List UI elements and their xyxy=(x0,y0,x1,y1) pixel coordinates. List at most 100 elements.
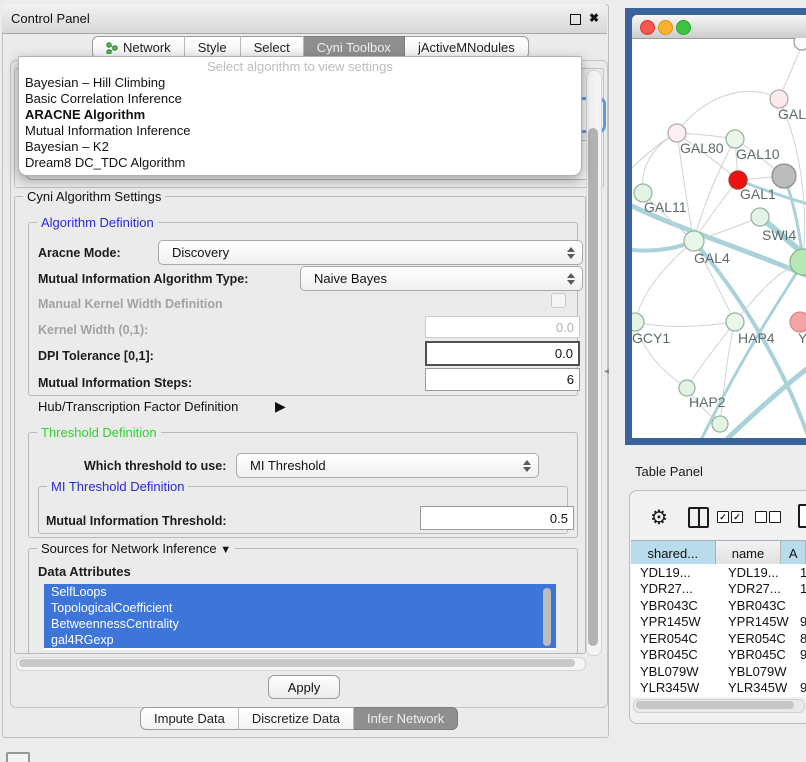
gear-icon[interactable]: ⚙ xyxy=(650,505,668,530)
unchecked-checkbox-icon[interactable] xyxy=(769,511,781,523)
table-row[interactable]: YBL079WYBL079W xyxy=(631,663,806,680)
tab-label: Select xyxy=(254,40,290,55)
table-row[interactable]: YPR145WYPR145W9. xyxy=(631,614,806,631)
table-cell: YBR045C xyxy=(631,647,724,662)
which-threshold-select[interactable]: MI Threshold xyxy=(236,453,539,478)
network-edge xyxy=(635,241,694,322)
algorithm-option[interactable]: Basic Correlation Inference xyxy=(19,91,581,107)
network-node-label: GAL11 xyxy=(644,199,687,215)
table-row[interactable]: YDL19...YDL19...13 xyxy=(631,564,806,581)
stepper-icon xyxy=(567,273,575,285)
table-cell: 8. xyxy=(792,631,806,646)
table-row[interactable]: YIL053CYIL053C0. xyxy=(631,696,806,697)
table-cell: YPR145W xyxy=(724,614,792,629)
table-cell: 12 xyxy=(792,581,806,596)
data-attributes-list[interactable]: SelfLoopsTopologicalCoefficientBetweenne… xyxy=(44,584,556,650)
column-header[interactable]: A xyxy=(781,540,806,566)
network-node-label: GAL1 xyxy=(740,186,776,202)
h-scrollbar-thumb[interactable] xyxy=(19,659,575,667)
document-icon[interactable] xyxy=(798,504,806,528)
table-cell: 9. xyxy=(792,680,806,695)
algorithm-option[interactable]: Mutual Information Inference xyxy=(19,123,581,139)
table-cell: YBL079W xyxy=(724,664,792,679)
network-node[interactable] xyxy=(632,313,644,331)
algorithm-option[interactable]: Bayesian – Hill Climbing xyxy=(19,75,581,91)
kernel-width-input[interactable]: 0.0 xyxy=(425,316,580,338)
table-cell: YER054C xyxy=(724,631,792,646)
table-cell: YLR345W xyxy=(631,680,724,695)
algorithm-option[interactable]: Bayesian – K2 xyxy=(19,139,581,155)
list-scrollbar-thumb[interactable] xyxy=(543,588,551,646)
hub-section-label[interactable]: Hub/Transcription Factor Definition xyxy=(38,399,238,414)
algorithm-dropdown-list: Select algorithm to view settingsBayesia… xyxy=(18,56,582,176)
collapse-down-icon[interactable]: ▼ xyxy=(220,544,231,556)
aracne-mode-select[interactable]: Discovery xyxy=(158,240,583,265)
app-screen: Control Panel ✖ NetworkStyleSelectCyni T… xyxy=(0,0,806,762)
dropdown-placeholder: Select algorithm to view settings xyxy=(19,59,581,75)
kernel-width-value: 0.0 xyxy=(556,320,574,335)
network-node[interactable] xyxy=(684,231,704,251)
attribute-list-item[interactable]: gal4RGexp xyxy=(44,632,556,648)
table-row[interactable]: YER054CYER054C8. xyxy=(631,630,806,647)
close-icon[interactable]: ✖ xyxy=(589,11,599,25)
algorithm-option[interactable]: ARACNE Algorithm xyxy=(19,107,581,123)
kernel-width-label: Kernel Width (0,1): xyxy=(38,323,148,337)
attribute-list-item[interactable]: SelfLoops xyxy=(44,584,556,600)
network-node[interactable] xyxy=(790,312,806,332)
apply-button[interactable]: Apply xyxy=(268,675,340,699)
network-node-label: GAL10 xyxy=(736,146,780,162)
attribute-list-item[interactable]: TopologicalCoefficient xyxy=(44,600,556,616)
aracne-mode-value: Discovery xyxy=(172,245,229,260)
mi-steps-input[interactable]: 6 xyxy=(425,368,580,391)
threshold-definition-title: Threshold Definition xyxy=(37,425,161,440)
table-row[interactable]: YDR27...YDR27...12 xyxy=(631,581,806,598)
attribute-list-item[interactable]: BetweennessCentrality xyxy=(44,616,556,632)
checked-checkbox-icon[interactable]: ✓ xyxy=(717,511,729,523)
table-row[interactable]: YLR345WYLR345W9. xyxy=(631,680,806,697)
panel-scrollbar-thumb[interactable] xyxy=(588,128,598,646)
tab-infer-network[interactable]: Infer Network xyxy=(354,707,458,730)
zoom-traffic-light-icon[interactable] xyxy=(676,20,691,35)
manual-kernel-checkbox[interactable] xyxy=(551,293,566,308)
column-header[interactable]: name xyxy=(716,540,782,566)
float-icon[interactable] xyxy=(570,14,581,25)
cyni-settings-title: Cyni Algorithm Settings xyxy=(23,189,165,204)
dpi-tolerance-input[interactable]: 0.0 xyxy=(425,341,580,366)
tab-label: jActiveMNodules xyxy=(418,40,515,55)
network-canvas[interactable]: GALGAL80GAL10GAL1GAL11SWI4GAL4GCY1HAP4YH… xyxy=(632,38,806,438)
dpi-tolerance-value: 0.0 xyxy=(555,346,573,361)
table-h-scrollbar-thumb[interactable] xyxy=(636,701,794,709)
cutoff-button[interactable] xyxy=(6,752,30,762)
table-cell: YDR27... xyxy=(631,581,724,596)
close-traffic-light-icon[interactable] xyxy=(640,20,655,35)
tab-discretize-data[interactable]: Discretize Data xyxy=(239,707,354,730)
tab-impute-data[interactable]: Impute Data xyxy=(140,707,239,730)
network-node[interactable] xyxy=(772,164,796,188)
algorithm-option[interactable]: Dream8 DC_TDC Algorithm xyxy=(19,155,581,171)
network-node[interactable] xyxy=(751,208,769,226)
sources-group-title: Sources for Network Inference ▼ xyxy=(37,541,235,556)
column-header[interactable]: shared... xyxy=(631,540,716,566)
unchecked-checkbox-icon[interactable] xyxy=(755,511,767,523)
table-panel-title: Table Panel xyxy=(635,464,703,479)
network-node[interactable] xyxy=(726,313,744,331)
table-row[interactable]: YBR045CYBR045C9. xyxy=(631,647,806,664)
split-columns-icon[interactable] xyxy=(688,507,709,528)
mi-threshold-input[interactable]: 0.5 xyxy=(420,506,574,530)
tab-label: Infer Network xyxy=(367,711,444,726)
mi-type-select[interactable]: Naive Bayes xyxy=(300,266,583,291)
table-cell: YPR145W xyxy=(631,614,724,629)
mi-steps-label: Mutual Information Steps: xyxy=(38,376,192,390)
minimize-traffic-light-icon[interactable] xyxy=(658,20,673,35)
table-cell: 9. xyxy=(792,614,806,629)
network-node-label: SWI4 xyxy=(762,227,796,243)
aracne-mode-label: Aracne Mode: xyxy=(38,246,121,260)
network-node[interactable] xyxy=(794,38,806,50)
bottom-tab-bar: Impute DataDiscretize Data Infer Network xyxy=(140,707,458,730)
checked-checkbox-icon[interactable]: ✓ xyxy=(731,511,743,523)
divider-collapse-icon[interactable]: ◂ xyxy=(604,366,609,377)
network-edge xyxy=(702,262,803,438)
network-node[interactable] xyxy=(712,416,728,432)
table-row[interactable]: YBR043CYBR043C xyxy=(631,597,806,614)
expand-right-icon[interactable]: ▶ xyxy=(275,398,286,415)
